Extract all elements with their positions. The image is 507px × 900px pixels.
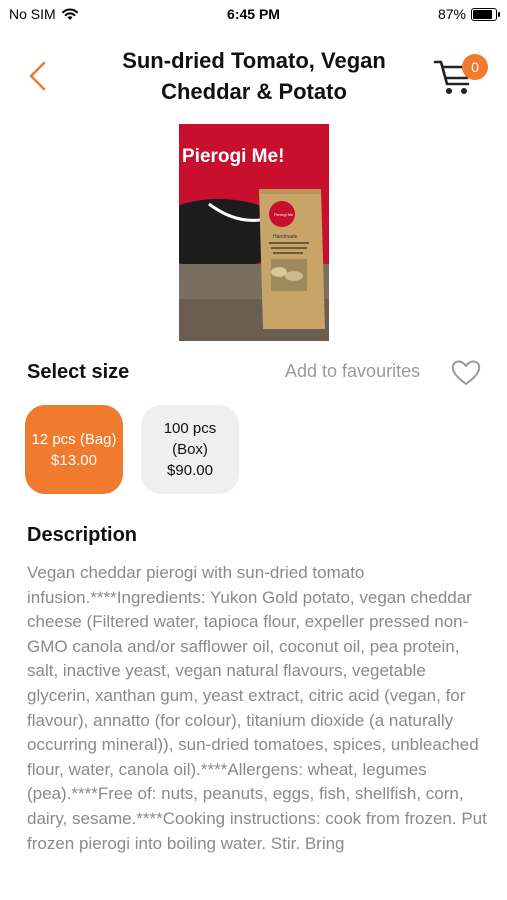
heart-icon[interactable] (450, 357, 482, 387)
svg-text:Pierogi Me: Pierogi Me (274, 212, 294, 217)
image-bag-text: Handmade (273, 234, 298, 240)
description-heading: Description (27, 524, 138, 546)
battery-fill (473, 9, 492, 19)
page-title: Sun-dried Tomato, Vegan Cheddar & Potato (122, 48, 386, 104)
size-option-price: $13.00 (51, 451, 97, 469)
size-option-100-box[interactable]: 100 pcs (Box) $90.00 (141, 405, 239, 494)
add-to-favourites-link[interactable]: Add to favourites (285, 361, 420, 382)
size-option-label: 100 pcs (Box) (163, 420, 217, 458)
product-image: Pierogi Me! Pierogi Me Handmade (179, 124, 329, 341)
status-time: 6:45 PM (227, 6, 280, 22)
size-option-price: $90.00 (167, 462, 213, 479)
image-brand-text: Pierogi Me! (182, 146, 284, 167)
header: Sun-dried Tomato, Vegan Cheddar & Potato… (0, 40, 507, 110)
select-size-heading: Select size (27, 361, 130, 383)
battery-percent: 87% (437, 6, 466, 22)
chevron-left-icon[interactable] (22, 58, 54, 94)
size-option-12-bag[interactable]: 12 pcs (Bag) $13.00 (25, 405, 123, 494)
status-right: 87% (437, 6, 500, 22)
cart-count-badge: 0 (462, 54, 488, 80)
description-text: Vegan cheddar pierogi with sun-dried tom… (27, 563, 487, 853)
size-option-label: 12 pcs (Bag) (31, 430, 117, 448)
battery-icon (471, 7, 500, 21)
status-bar: No SIM 6:45 PM 87% (0, 0, 507, 28)
